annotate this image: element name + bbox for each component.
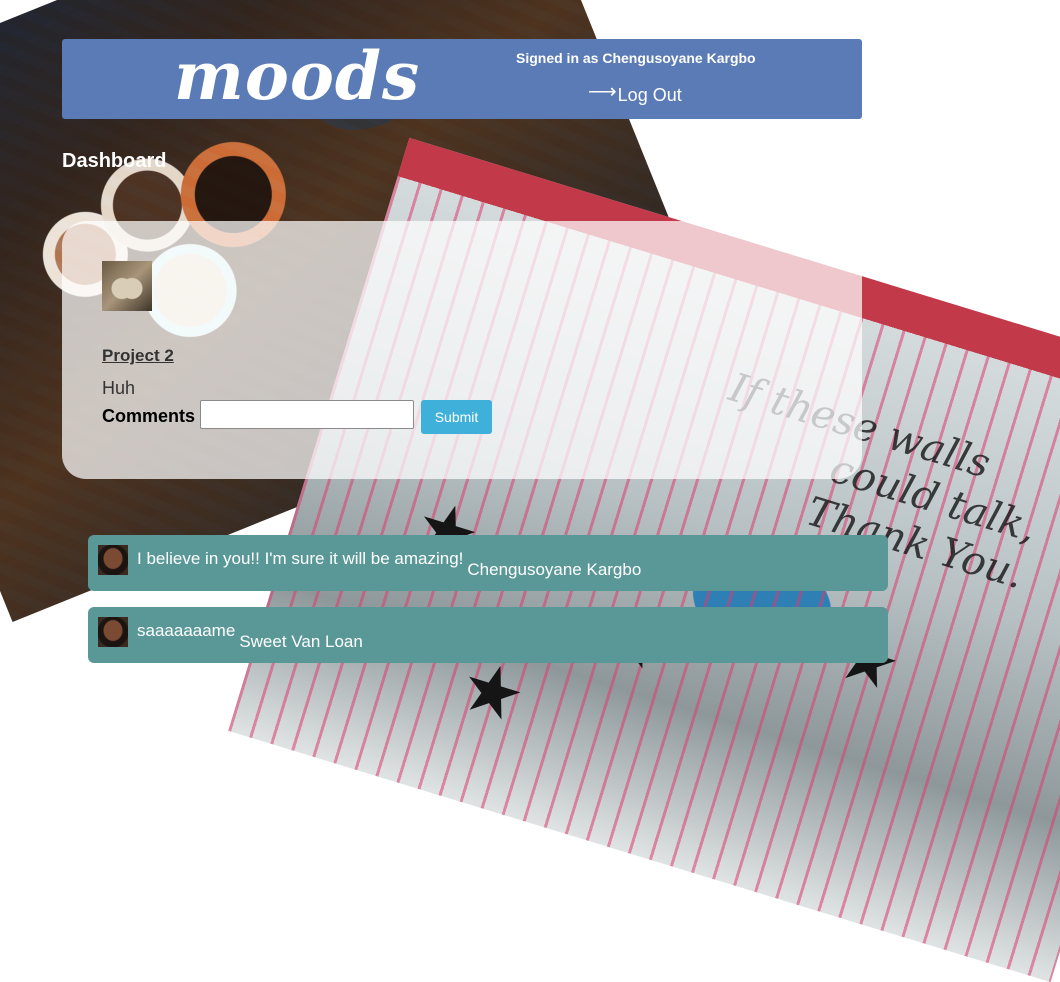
comments-label: Comments	[102, 406, 196, 426]
project-card: Project 2 Huh Comments Submit	[62, 221, 862, 479]
page-title: Dashboard	[62, 150, 167, 172]
header-bar: moods Signed in as Chengusoyane Kargbo ⟶…	[62, 37, 862, 119]
comment-text: saaaaaaame	[137, 621, 236, 640]
project-thumbnail	[102, 261, 152, 311]
comment-item: I believe in you!! I'm sure it will be a…	[88, 535, 888, 591]
project-description: Huh	[102, 378, 136, 398]
signed-in-text: Signed in as Chengusoyane Kargbo	[516, 50, 756, 66]
comment-input[interactable]	[200, 400, 414, 429]
logout-label: Log Out	[617, 85, 682, 105]
comment-author: Sweet Van Loan	[239, 632, 363, 651]
avatar	[98, 545, 128, 575]
submit-button[interactable]: Submit	[421, 400, 492, 434]
comment-author: Chengusoyane Kargbo	[467, 560, 642, 579]
app-logo[interactable]: moods	[174, 37, 420, 115]
arrow-right-icon: ⟶	[588, 81, 617, 103]
comment-text: I believe in you!! I'm sure it will be a…	[137, 549, 464, 568]
project-title-link[interactable]: Project 2	[102, 346, 174, 366]
comment-item: saaaaaaameSweet Van Loan	[88, 607, 888, 663]
avatar	[98, 617, 128, 647]
logout-link[interactable]: ⟶Log Out	[588, 79, 682, 106]
